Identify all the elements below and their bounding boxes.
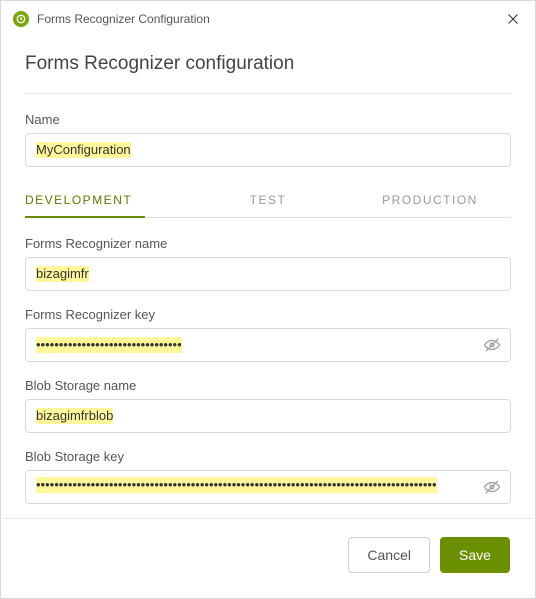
- fr-name-input[interactable]: bizagimfr: [25, 257, 511, 291]
- cancel-button[interactable]: Cancel: [348, 537, 430, 573]
- tab-test[interactable]: TEST: [187, 183, 349, 217]
- fr-key-value: ••••••••••••••••••••••••••••••••: [36, 337, 182, 353]
- env-tabs: DEVELOPMENT TEST PRODUCTION: [25, 183, 511, 218]
- title-bar: Forms Recognizer Configuration: [1, 1, 535, 33]
- eye-off-icon[interactable]: [481, 476, 503, 498]
- tab-development[interactable]: DEVELOPMENT: [25, 183, 187, 217]
- divider: [25, 93, 511, 94]
- blob-name-label: Blob Storage name: [25, 378, 511, 393]
- fr-key-input[interactable]: ••••••••••••••••••••••••••••••••: [25, 328, 511, 362]
- window-title: Forms Recognizer Configuration: [37, 12, 503, 26]
- name-label: Name: [25, 112, 511, 127]
- blob-name-input[interactable]: bizagimfrblob: [25, 399, 511, 433]
- eye-off-icon[interactable]: [481, 334, 503, 356]
- blob-key-label: Blob Storage key: [25, 449, 511, 464]
- fr-key-label: Forms Recognizer key: [25, 307, 511, 322]
- name-input[interactable]: MyConfiguration: [25, 133, 511, 167]
- dialog-footer: Cancel Save: [2, 518, 534, 597]
- blob-key-input[interactable]: ••••••••••••••••••••••••••••••••••••••••…: [25, 470, 511, 504]
- name-value: MyConfiguration: [36, 142, 131, 158]
- fr-name-label: Forms Recognizer name: [25, 236, 511, 251]
- blob-name-value: bizagimfrblob: [36, 408, 113, 424]
- close-icon[interactable]: [503, 9, 523, 29]
- tab-production[interactable]: PRODUCTION: [349, 183, 511, 217]
- blob-key-value: ••••••••••••••••••••••••••••••••••••••••…: [36, 477, 437, 493]
- fr-name-value: bizagimfr: [36, 266, 89, 282]
- save-button[interactable]: Save: [440, 537, 510, 573]
- app-icon: [13, 11, 29, 27]
- page-title: Forms Recognizer configuration: [25, 53, 511, 75]
